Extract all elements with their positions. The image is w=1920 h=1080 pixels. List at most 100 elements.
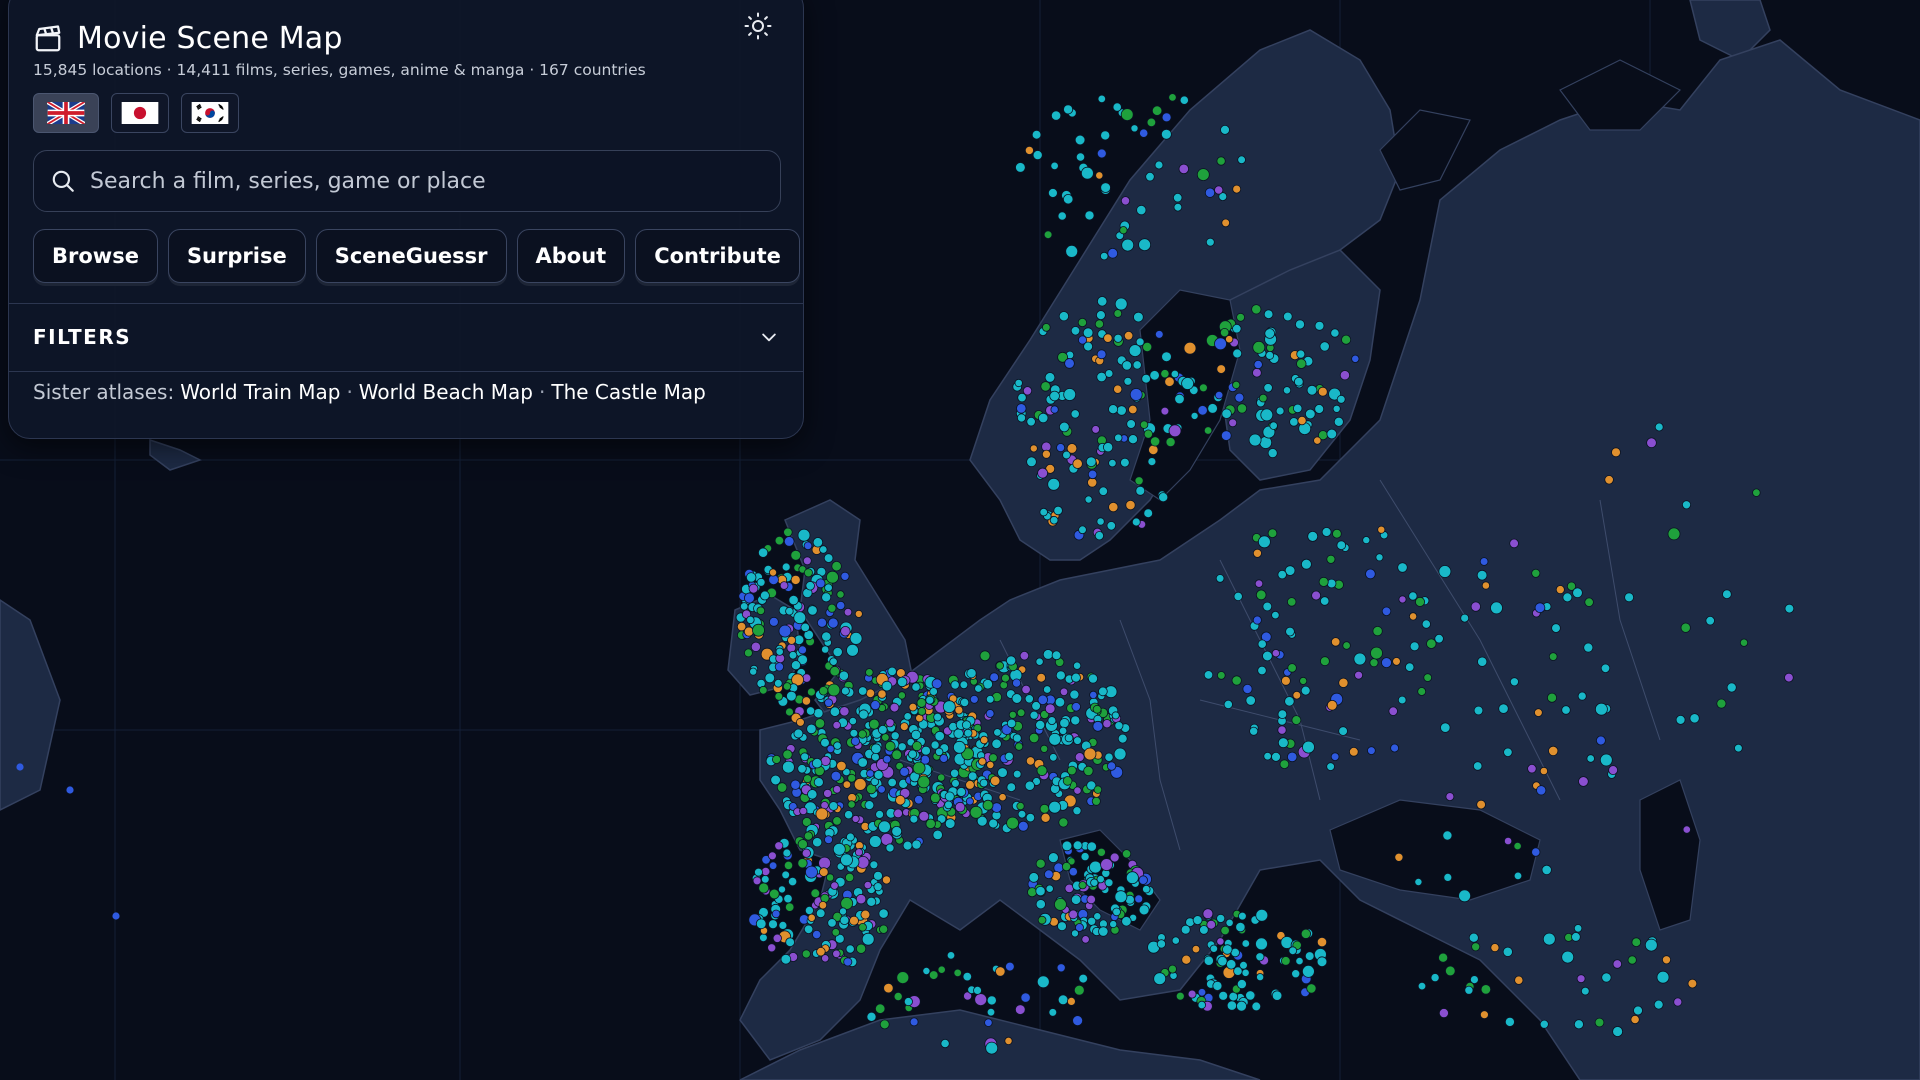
location-marker[interactable] bbox=[814, 718, 826, 729]
location-marker[interactable] bbox=[831, 561, 842, 572]
location-marker[interactable] bbox=[1111, 711, 1120, 720]
location-marker[interactable] bbox=[895, 795, 906, 806]
location-marker[interactable] bbox=[1059, 687, 1069, 696]
location-marker[interactable] bbox=[1541, 864, 1552, 876]
location-marker[interactable] bbox=[1214, 390, 1224, 400]
location-marker[interactable] bbox=[965, 797, 974, 806]
location-marker[interactable] bbox=[1086, 841, 1097, 852]
location-marker[interactable] bbox=[1151, 105, 1163, 116]
location-marker[interactable] bbox=[1630, 1014, 1640, 1025]
location-marker[interactable] bbox=[1254, 579, 1264, 588]
location-marker[interactable] bbox=[932, 829, 943, 841]
location-marker[interactable] bbox=[66, 786, 74, 794]
location-marker[interactable] bbox=[1040, 812, 1051, 823]
location-marker[interactable] bbox=[1128, 344, 1142, 358]
location-marker[interactable] bbox=[749, 667, 758, 676]
location-marker[interactable] bbox=[1716, 698, 1727, 709]
location-marker[interactable] bbox=[912, 741, 923, 752]
location-marker[interactable] bbox=[879, 1019, 890, 1030]
location-marker[interactable] bbox=[911, 682, 921, 692]
location-marker[interactable] bbox=[1286, 751, 1298, 763]
location-marker[interactable] bbox=[1089, 690, 1098, 700]
location-marker[interactable] bbox=[1128, 434, 1139, 445]
location-marker[interactable] bbox=[855, 893, 867, 905]
location-marker[interactable] bbox=[1326, 578, 1337, 589]
location-marker[interactable] bbox=[839, 907, 848, 916]
location-marker[interactable] bbox=[1071, 672, 1081, 683]
location-marker[interactable] bbox=[768, 888, 780, 900]
location-marker[interactable] bbox=[1175, 991, 1185, 1001]
location-marker[interactable] bbox=[1011, 693, 1023, 704]
location-marker[interactable] bbox=[1187, 989, 1197, 999]
location-marker[interactable] bbox=[1752, 488, 1761, 497]
location-marker[interactable] bbox=[803, 831, 814, 841]
location-marker[interactable] bbox=[1271, 752, 1281, 762]
location-marker[interactable] bbox=[1172, 192, 1183, 203]
location-marker[interactable] bbox=[1149, 370, 1160, 381]
location-marker[interactable] bbox=[1128, 404, 1138, 415]
location-marker[interactable] bbox=[788, 594, 799, 606]
location-marker[interactable] bbox=[1318, 576, 1329, 587]
location-marker[interactable] bbox=[1123, 376, 1133, 386]
location-marker[interactable] bbox=[1232, 380, 1241, 389]
location-marker[interactable] bbox=[1267, 448, 1278, 459]
location-marker[interactable] bbox=[865, 668, 874, 677]
location-marker[interactable] bbox=[1687, 978, 1698, 989]
location-marker[interactable] bbox=[1353, 652, 1367, 666]
location-marker[interactable] bbox=[1206, 919, 1216, 930]
location-marker[interactable] bbox=[1209, 944, 1219, 953]
location-marker[interactable] bbox=[1296, 349, 1306, 359]
location-marker[interactable] bbox=[1048, 852, 1059, 863]
location-marker[interactable] bbox=[1281, 675, 1291, 686]
location-marker[interactable] bbox=[836, 590, 845, 599]
location-marker[interactable] bbox=[897, 691, 907, 700]
location-marker[interactable] bbox=[1370, 646, 1383, 660]
location-marker[interactable] bbox=[1573, 924, 1583, 933]
location-marker[interactable] bbox=[844, 872, 855, 883]
location-marker[interactable] bbox=[843, 608, 853, 617]
location-marker[interactable] bbox=[1286, 597, 1297, 607]
location-marker[interactable] bbox=[1020, 992, 1031, 1003]
location-marker[interactable] bbox=[1197, 988, 1207, 997]
location-marker[interactable] bbox=[1221, 430, 1232, 441]
location-marker[interactable] bbox=[1445, 965, 1456, 977]
location-marker[interactable] bbox=[843, 957, 853, 967]
location-marker[interactable] bbox=[1220, 925, 1230, 936]
location-marker[interactable] bbox=[1120, 196, 1131, 206]
location-marker[interactable] bbox=[1042, 685, 1052, 694]
location-marker[interactable] bbox=[1061, 861, 1072, 872]
location-marker[interactable] bbox=[1122, 849, 1132, 859]
location-marker[interactable] bbox=[783, 860, 794, 871]
location-marker[interactable] bbox=[925, 695, 935, 705]
location-marker[interactable] bbox=[1119, 226, 1128, 235]
location-marker[interactable] bbox=[1181, 377, 1194, 390]
location-marker[interactable] bbox=[1108, 404, 1119, 415]
location-marker[interactable] bbox=[845, 944, 855, 954]
location-marker[interactable] bbox=[1160, 369, 1170, 379]
location-marker[interactable] bbox=[828, 801, 839, 811]
location-marker[interactable] bbox=[1006, 718, 1017, 729]
location-marker[interactable] bbox=[1134, 894, 1144, 904]
location-marker[interactable] bbox=[797, 839, 808, 850]
location-marker[interactable] bbox=[829, 666, 841, 677]
location-marker[interactable] bbox=[833, 741, 842, 750]
location-marker[interactable] bbox=[1583, 642, 1594, 653]
location-marker[interactable] bbox=[1070, 894, 1082, 905]
location-marker[interactable] bbox=[1644, 938, 1658, 952]
location-marker[interactable] bbox=[840, 626, 851, 637]
location-marker[interactable] bbox=[1365, 568, 1376, 580]
location-marker[interactable] bbox=[1145, 171, 1155, 182]
location-marker[interactable] bbox=[1584, 597, 1594, 607]
location-marker[interactable] bbox=[1248, 433, 1262, 447]
location-marker[interactable] bbox=[1160, 406, 1170, 416]
location-marker[interactable] bbox=[1142, 885, 1151, 894]
location-marker[interactable] bbox=[1089, 860, 1102, 874]
location-marker[interactable] bbox=[1513, 871, 1523, 881]
location-marker[interactable] bbox=[1042, 649, 1054, 660]
location-marker[interactable] bbox=[1394, 852, 1404, 862]
location-marker[interactable] bbox=[1092, 720, 1104, 732]
location-marker[interactable] bbox=[782, 682, 792, 691]
location-marker[interactable] bbox=[813, 708, 824, 719]
location-marker[interactable] bbox=[1287, 663, 1297, 673]
location-marker[interactable] bbox=[827, 683, 841, 697]
